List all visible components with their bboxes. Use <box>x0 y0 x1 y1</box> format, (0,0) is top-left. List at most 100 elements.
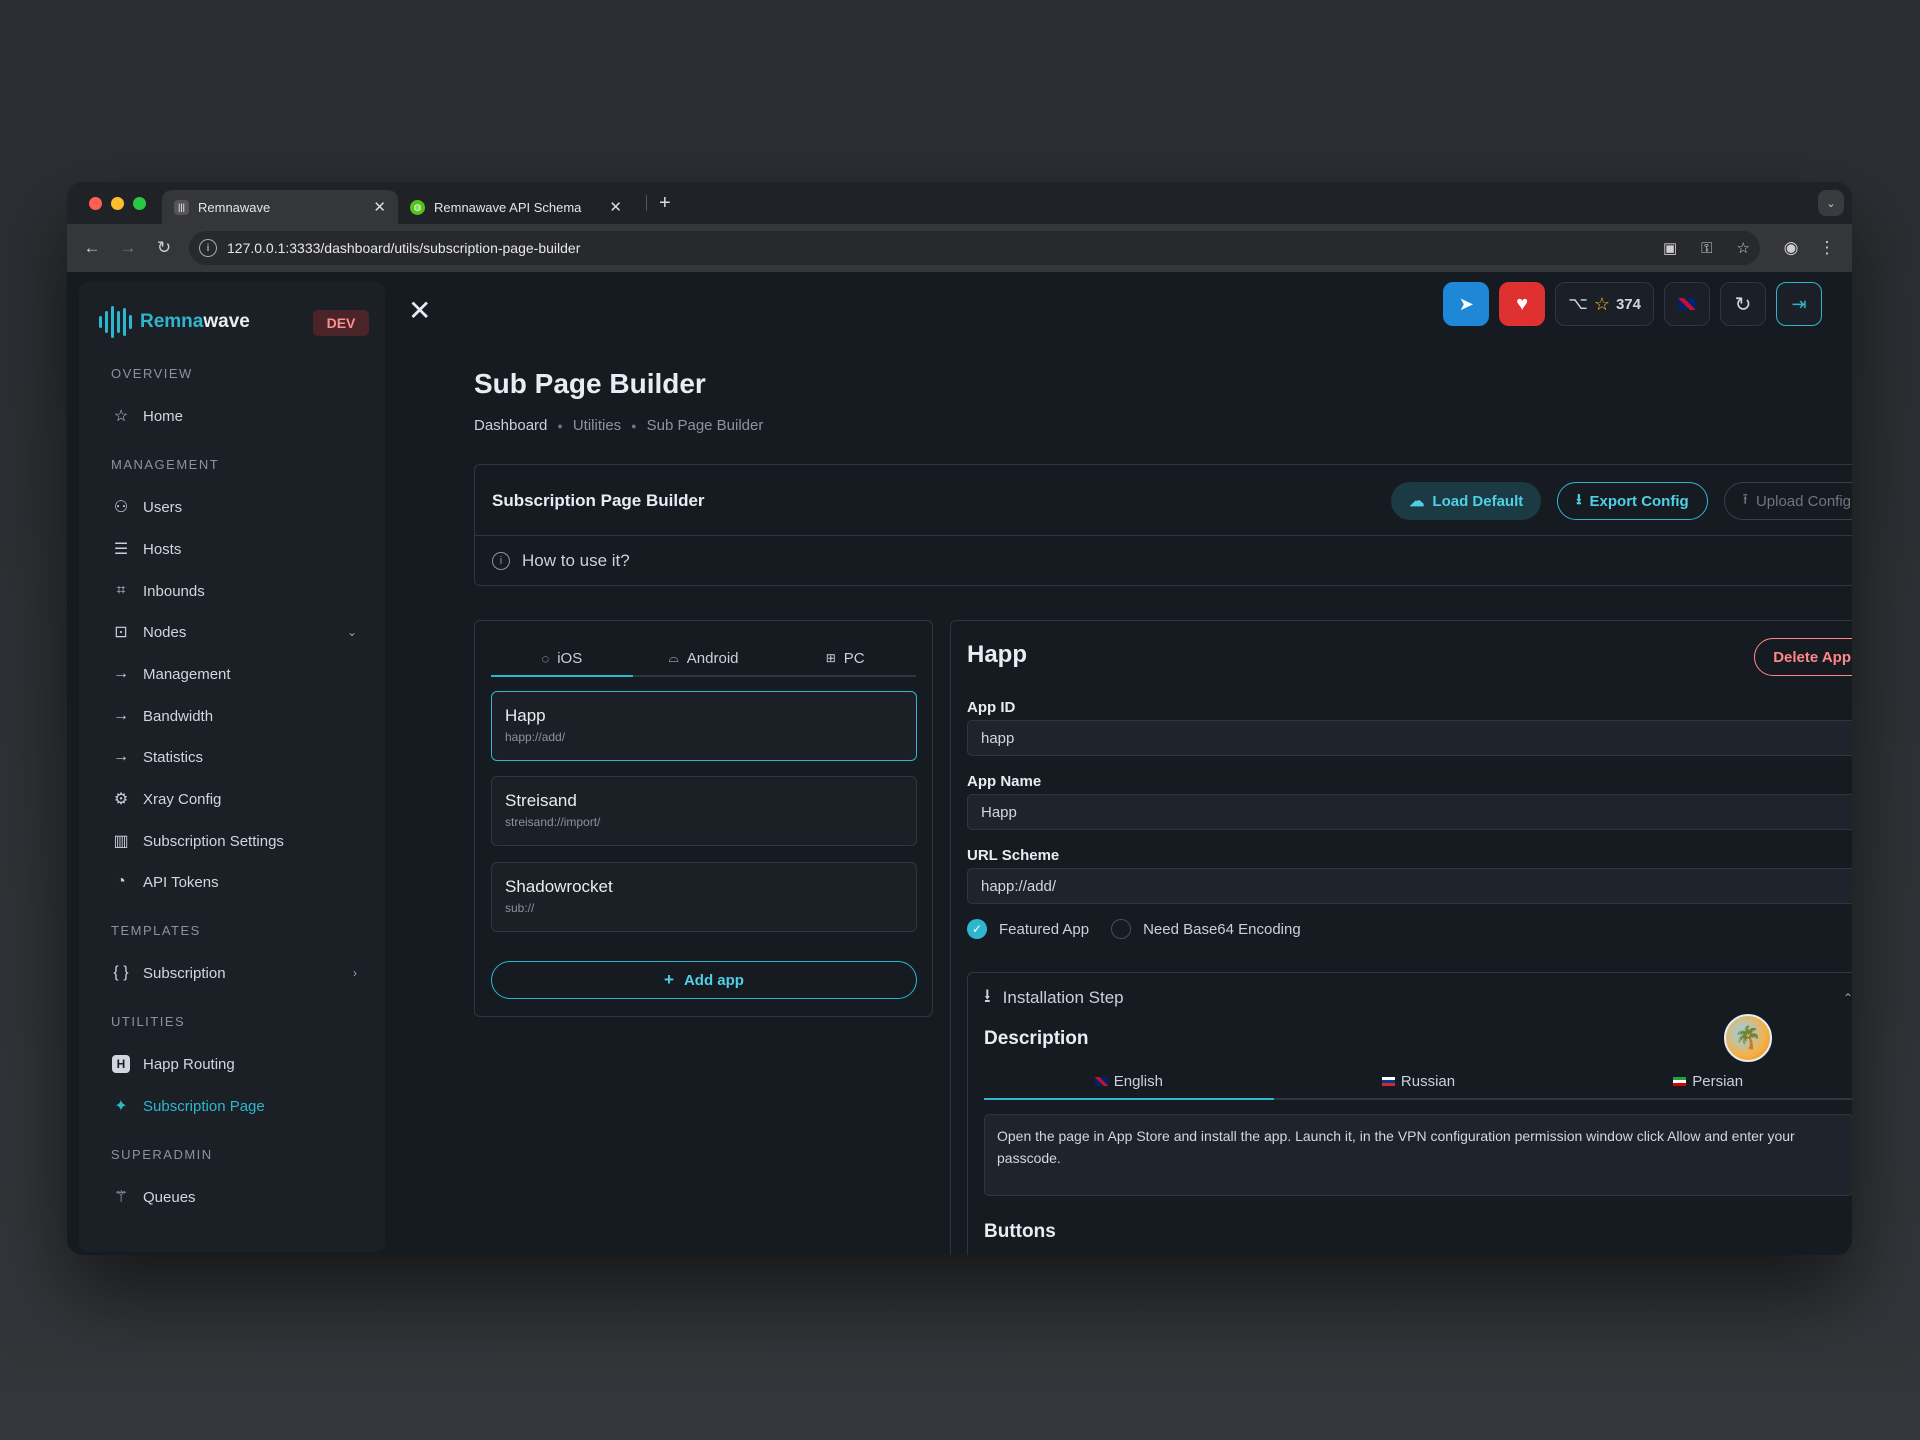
builder-actions: ☁ Load Default ⭳ Export Config ⭱ Upload Con… <box>1391 482 1852 520</box>
logout-button[interactable]: ⇥ <box>1776 282 1822 326</box>
password-key-icon[interactable]: ⚿ <box>1701 240 1712 257</box>
featured-app-checkbox[interactable]: ✓ <box>967 919 987 939</box>
installation-step-panel: ⭳ Installation Step ⌃ Description Englis… <box>967 972 1852 1255</box>
close-tab-icon[interactable]: ✕ <box>609 198 622 216</box>
sidebar-item-xray-config[interactable]: ⚙ Xray Config <box>99 781 369 817</box>
delete-app-button[interactable]: Delete App <box>1754 638 1852 676</box>
new-tab-button[interactable]: + <box>646 193 671 213</box>
chevron-right-icon: › <box>353 966 357 980</box>
arrow-right-icon: → <box>113 665 129 682</box>
remnawave-logo[interactable]: Remnawave <box>99 304 250 340</box>
cookie-icon: ◔ <box>116 873 126 890</box>
app-name-label: App Name <box>967 773 1042 790</box>
breadcrumb-utilities[interactable]: Utilities <box>573 417 621 434</box>
add-app-button[interactable]: + Add app <box>491 961 917 999</box>
sidebar: Remnawave DEV OVERVIEW ☆ Home MANAGEMENT… <box>79 282 385 1252</box>
sidebar-item-label: Happ Routing <box>143 1055 235 1073</box>
page-title: Sub Page Builder <box>474 368 706 399</box>
close-tab-icon[interactable]: ✕ <box>373 198 386 216</box>
close-icon[interactable]: ✕ <box>408 294 431 327</box>
back-icon[interactable]: ← <box>77 233 107 263</box>
github-button[interactable]: ⌥ ☆ 374 <box>1555 282 1654 326</box>
sidebar-item-statistics[interactable]: → Statistics <box>99 739 369 775</box>
app-list-item[interactable]: Shadowrocket sub:// <box>491 862 917 932</box>
minimize-window-button[interactable] <box>111 196 124 210</box>
russia-flag-icon <box>1381 1076 1395 1086</box>
sidebar-item-queues[interactable]: ⚚ Queues <box>99 1179 369 1215</box>
site-info-icon[interactable]: i <box>199 239 217 257</box>
load-default-label: Load Default <box>1432 492 1524 510</box>
address-bar[interactable]: i 127.0.0.1:3333/dashboard/utils/subscri… <box>189 231 1760 265</box>
sidebar-item-subscription-template[interactable]: { } Subscription › <box>99 955 369 991</box>
tab-persian[interactable]: Persian <box>1563 1064 1852 1098</box>
url-scheme-input[interactable]: happ://add/ <box>967 868 1852 904</box>
upload-config-button[interactable]: ⭱ Upload Config <box>1723 482 1852 520</box>
env-badge: DEV <box>313 310 369 336</box>
tab-pc[interactable]: ⊞ PC <box>774 641 916 675</box>
sidebar-item-subscription-page[interactable]: ✦ Subscription Page <box>99 1088 369 1124</box>
sidebar-item-happ-routing[interactable]: H Happ Routing <box>99 1046 369 1082</box>
telegram-button[interactable]: ➤ <box>1443 282 1490 326</box>
breadcrumb: Dashboard ● Utilities ● Sub Page Builder <box>474 417 764 434</box>
how-to-accordion[interactable]: i How to use it? ⌄ <box>492 535 1852 587</box>
breadcrumb-dashboard[interactable]: Dashboard <box>474 417 547 434</box>
language-button[interactable] <box>1664 282 1710 326</box>
media-icon[interactable]: ▣ <box>1663 239 1677 257</box>
browser-tab-title: Remnawave API Schema <box>434 199 582 215</box>
installation-step-header[interactable]: ⭳ Installation Step ⌃ <box>984 985 1852 1011</box>
donate-button[interactable]: ♥ <box>1499 282 1546 326</box>
sidebar-item-inbounds[interactable]: ⌗ Inbounds <box>99 573 369 609</box>
browser-menu-icon[interactable]: ⋮ <box>1812 233 1842 263</box>
browser-toolbar: ← → ↻ i 127.0.0.1:3333/dashboard/utils/s… <box>67 224 1852 272</box>
load-default-button[interactable]: ☁ Load Default <box>1391 482 1542 520</box>
bookmark-star-icon[interactable]: ☆ <box>1737 239 1750 257</box>
sidebar-item-home[interactable]: ☆ Home <box>99 398 369 434</box>
base64-checkbox[interactable] <box>1111 919 1132 939</box>
app-scheme: happ://add/ <box>505 730 566 744</box>
app-list-item[interactable]: Happ happ://add/ <box>491 691 917 761</box>
sidebar-item-api-tokens[interactable]: ◔ API Tokens <box>99 864 369 900</box>
tab-russian[interactable]: Russian <box>1274 1064 1564 1098</box>
sidebar-item-users[interactable]: ⚇ Users <box>99 489 369 525</box>
browser-tab-remnawave[interactable]: ||| Remnawave ✕ <box>162 190 398 224</box>
app-options: ✓ Featured App Need Base64 Encoding <box>967 919 1301 939</box>
app-scheme: sub:// <box>505 901 535 915</box>
app-scheme: streisand://import/ <box>505 815 601 829</box>
floating-avatar-button[interactable]: 🌴 <box>1724 1014 1772 1062</box>
tab-english[interactable]: English <box>984 1064 1274 1100</box>
sidebar-item-label: Hosts <box>143 540 182 558</box>
browser-tab-api-schema[interactable]: ◍ Remnawave API Schema ✕ <box>398 190 634 224</box>
users-icon: ⚇ <box>113 499 129 516</box>
description-textarea[interactable]: Open the page in App Store and install t… <box>984 1114 1852 1196</box>
sidebar-item-hosts[interactable]: ☰ Hosts <box>99 531 369 567</box>
language-tabs: English Russian Persian <box>984 1064 1852 1100</box>
sidebar-item-bandwidth[interactable]: → Bandwidth <box>99 698 369 734</box>
uk-flag-icon <box>1678 298 1696 310</box>
add-app-label: Add app <box>683 971 744 989</box>
close-window-button[interactable] <box>89 196 102 210</box>
sidebar-item-subscription-settings[interactable]: ▥ Subscription Settings <box>99 823 369 859</box>
forward-icon[interactable]: → <box>113 233 143 263</box>
star-icon: ☆ <box>113 408 129 425</box>
browser-tabstrip: ||| Remnawave ✕ ◍ Remnawave API Schema ✕… <box>67 182 1852 224</box>
sidebar-item-nodes-management[interactable]: → Management <box>99 656 369 692</box>
section-utilities: UTILITIES <box>111 1014 186 1029</box>
tab-ios[interactable]: ◌ iOS <box>491 641 633 677</box>
app-name-input[interactable]: Happ <box>967 794 1852 830</box>
android-icon: ⌓ <box>668 650 679 665</box>
export-config-button[interactable]: ⭳ Export Config <box>1557 482 1708 520</box>
reload-icon[interactable]: ↻ <box>149 233 179 263</box>
sidebar-item-nodes[interactable]: ⊡ Nodes ⌄ <box>99 614 369 650</box>
sidebar-item-label: API Tokens <box>143 873 219 891</box>
browser-window: ||| Remnawave ✕ ◍ Remnawave API Schema ✕… <box>67 182 1852 1255</box>
profile-icon[interactable]: ◉ <box>1776 233 1806 263</box>
info-icon: i <box>492 552 510 570</box>
refresh-button[interactable]: ↻ <box>1720 282 1766 326</box>
tab-search-button[interactable]: ⌄ <box>1818 190 1844 216</box>
app-id-input[interactable]: happ <box>967 720 1852 756</box>
app-list-item[interactable]: Streisand streisand://import/ <box>491 776 917 846</box>
sidebar-item-label: Xray Config <box>143 790 222 808</box>
maximize-window-button[interactable] <box>133 196 146 210</box>
base64-label: Need Base64 Encoding <box>1143 920 1301 938</box>
tab-android[interactable]: ⌓ Android <box>633 641 775 675</box>
